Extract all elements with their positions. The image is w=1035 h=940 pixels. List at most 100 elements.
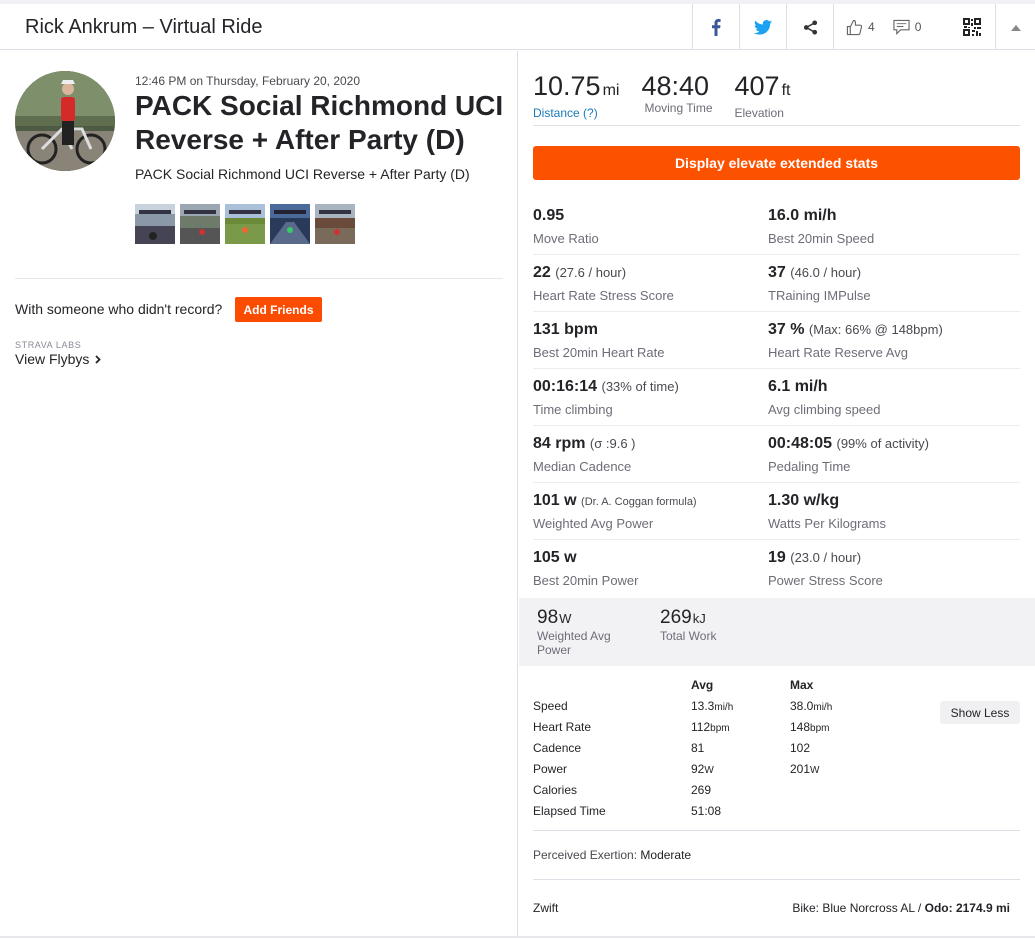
stats-row: 00:16:14 (33% of time) Time climbing 6.1 m… — [533, 369, 1020, 426]
thumbs-up-icon — [846, 19, 863, 35]
stat-label: Heart Rate Reserve Avg — [768, 345, 908, 360]
chevron-up-icon — [1010, 24, 1021, 31]
stat-label: Heart Rate Stress Score — [533, 288, 674, 303]
with-someone-text: With someone who didn't record? — [15, 301, 223, 317]
view-flybys-link[interactable]: View Flybys — [15, 351, 102, 367]
stat-label: Avg climbing speed — [768, 402, 881, 417]
stat-label: Total Work — [660, 629, 717, 643]
activity-title: PACK Social Richmond UCI Reverse + After… — [135, 90, 504, 155]
row-label: Cadence — [533, 741, 582, 755]
stat-value: 00:48:05 (99% of activity) — [768, 435, 929, 452]
stat-label: Elevation — [734, 106, 784, 120]
distance-help-link[interactable]: Distance (?) — [533, 106, 619, 120]
twitter-share-button[interactable] — [739, 4, 786, 50]
table-row: Power 92W 201W — [533, 762, 1020, 783]
avg-value: 13.3mi/h — [691, 699, 734, 713]
qr-code-icon — [962, 18, 981, 36]
qr-code-button[interactable] — [948, 4, 995, 50]
stat-detail: (23.0 / hour) — [790, 550, 862, 565]
stat-value: 131 bpm — [533, 321, 598, 338]
photo-thumbnail[interactable] — [225, 204, 265, 244]
odometer-label: Odo: — [924, 901, 953, 915]
stat-label: Time climbing — [533, 402, 613, 417]
stat-cell: 101 w (Dr. A. Coggan formula) Weighted Av… — [533, 483, 768, 539]
stat-label: Pedaling Time — [768, 459, 851, 474]
stats-row: 101 w (Dr. A. Coggan formula) Weighted Av… — [533, 483, 1020, 540]
photo-thumbnail[interactable] — [315, 204, 355, 244]
row-label: Power — [533, 762, 568, 776]
stat-cell: 6.1 mi/h Avg climbing speed — [768, 369, 1003, 425]
stat-value: 269kJ — [660, 607, 706, 628]
stat-detail: (33% of time) — [601, 379, 679, 394]
stat-label: Moving Time — [644, 101, 713, 115]
section-divider — [533, 879, 1020, 880]
facebook-share-button[interactable] — [692, 4, 739, 50]
stat-label: TRaining IMPulse — [768, 288, 871, 303]
avg-value: 112bpm — [691, 720, 730, 734]
stats-row: 0.95 Move Ratio 16.0 mi/h Best 20min Speed — [533, 198, 1020, 255]
stat-label: Best 20min Heart Rate — [533, 345, 665, 360]
show-less-button[interactable]: Show Less — [940, 701, 1020, 724]
view-flybys-label: View Flybys — [15, 351, 90, 367]
max-column-header: Max — [790, 678, 814, 692]
gear-info: Bike: Blue Norcross AL / Odo: 2174.9 mi — [792, 901, 1010, 915]
page-bottom-border — [0, 936, 1035, 938]
comments-count: 0 — [914, 20, 922, 34]
avg-column-header: Avg — [691, 678, 714, 692]
stat-label: Best 20min Power — [533, 573, 639, 588]
stat-cell: 131 bpm Best 20min Heart Rate — [533, 312, 768, 368]
stat-label: Watts Per Kilograms — [768, 516, 886, 531]
perceived-exertion: Perceived Exertion: Moderate — [533, 848, 691, 862]
stats-row: 84 rpm (σ :9.6 ) Median Cadence 00:48:05 (… — [533, 426, 1020, 483]
stats-row: 105 w Best 20min Power 19 (23.0 / hour) Pow… — [533, 540, 1020, 597]
exertion-value: Moderate — [640, 848, 692, 862]
avg-value: 81 — [691, 741, 705, 755]
stat-value: 407 ft — [734, 71, 791, 101]
stat-cell: 16.0 mi/h Best 20min Speed — [768, 198, 1003, 254]
stat-detail: (99% of activity) — [836, 436, 929, 451]
elevate-extended-stats-button[interactable]: Display elevate extended stats — [533, 146, 1020, 180]
facebook-icon — [712, 18, 721, 36]
total-work-stat: 269kJ Total Work — [660, 607, 716, 643]
photo-thumbnail[interactable] — [270, 204, 310, 244]
stat-label: Power Stress Score — [768, 573, 883, 588]
photo-thumbnail[interactable] — [135, 204, 175, 244]
athlete-avatar[interactable] — [15, 71, 115, 171]
header-actions: 4 0 — [692, 4, 1035, 50]
stat-detail: (Dr. A. Coggan formula) — [581, 496, 697, 508]
weighted-avg-power-stat: 98W Weighted Avg Power — [537, 607, 627, 657]
activity-stats-column: 10.75 mi Distance (?) 48:40 Moving Time 4… — [519, 51, 1035, 936]
row-label: Elapsed Time — [533, 804, 606, 818]
stat-cell: 0.95 Move Ratio — [533, 198, 768, 254]
kudos-button[interactable]: 4 — [846, 19, 875, 36]
strava-labs-label: STRAVA LABS — [15, 340, 82, 350]
table-row: Elapsed Time 51:08 — [533, 804, 1020, 825]
stats-row: 22 (27.6 / hour) Heart Rate Stress Score 3… — [533, 255, 1020, 312]
stat-value: 37 (46.0 / hour) — [768, 264, 862, 281]
stat-detail: (46.0 / hour) — [790, 265, 862, 280]
activity-summary-column: 12:46 PM on Thursday, February 20, 2020 … — [0, 51, 518, 936]
stat-value: 37 % (Max: 66% @ 148bpm) — [768, 321, 943, 338]
primary-stats: 10.75 mi Distance (?) 48:40 Moving Time 4… — [533, 71, 812, 120]
stats-row: 131 bpm Best 20min Heart Rate 37 % (Max: 6… — [533, 312, 1020, 369]
distance-stat: 10.75 mi Distance (?) — [533, 71, 619, 120]
moving-time-stat: 48:40 Moving Time — [641, 71, 712, 120]
stat-cell: 1.30 w/kg Watts Per Kilograms — [768, 483, 1003, 539]
stat-value: 6.1 mi/h — [768, 378, 828, 395]
stat-cell: 84 rpm (σ :9.6 ) Median Cadence — [533, 426, 768, 482]
table-row: Calories 269 — [533, 783, 1020, 804]
kudos-count: 4 — [868, 20, 875, 34]
max-value: 148bpm — [790, 720, 830, 734]
photo-thumbnail[interactable] — [180, 204, 220, 244]
stat-value: 0.95 — [533, 207, 565, 224]
share-button[interactable] — [786, 4, 833, 50]
stat-value: 22 (27.6 / hour) — [533, 264, 627, 281]
add-friends-button[interactable]: Add Friends — [235, 297, 322, 322]
activity-datetime: 12:46 PM on Thursday, February 20, 2020 — [135, 74, 361, 88]
stat-label: Move Ratio — [533, 231, 599, 246]
stat-value: 98W — [537, 607, 572, 628]
collapse-header-button[interactable] — [995, 4, 1035, 50]
stat-value: 19 (23.0 / hour) — [768, 549, 862, 566]
comments-button[interactable]: 0 — [893, 19, 922, 35]
share-icon — [803, 19, 817, 35]
